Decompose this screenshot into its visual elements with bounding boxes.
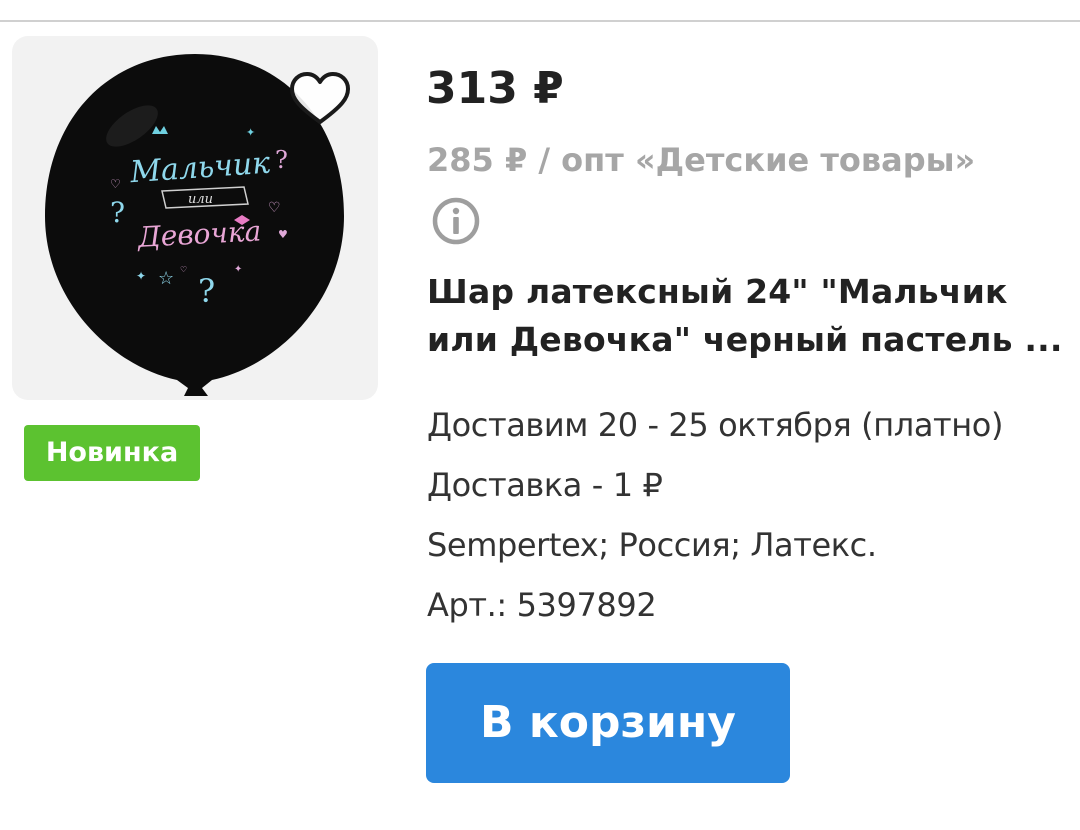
product-price: 313 ₽ (426, 63, 564, 114)
product-title-line2: или Девочка" черный пастель ... (427, 320, 1063, 359)
product-article: Арт.: 5397892 (427, 586, 657, 624)
balloon-text-line2: или (188, 192, 213, 207)
svg-text:✦: ✦ (234, 264, 242, 275)
product-attributes: Sempertex; Россия; Латекс. (427, 526, 877, 564)
heart-icon (290, 72, 350, 124)
favorite-button[interactable] (288, 70, 352, 130)
product-title[interactable]: Шар латексный 24" "Мальчик или Девочка" … (427, 268, 1063, 364)
delivery-cost: Доставка - 1 ₽ (427, 466, 663, 504)
add-to-cart-button[interactable]: В корзину (426, 663, 790, 783)
new-badge: Новинка (24, 425, 200, 481)
top-divider (0, 20, 1080, 22)
svg-text:☆: ☆ (158, 268, 174, 289)
svg-text:?: ? (110, 196, 125, 229)
svg-text:?: ? (275, 146, 288, 174)
svg-text:✦: ✦ (136, 269, 146, 283)
svg-text:♡: ♡ (110, 177, 121, 191)
delivery-date: Доставим 20 - 25 октября (платно) (427, 406, 1004, 444)
wholesale-price: 285 ₽ / опт «Детские товары» (427, 141, 976, 179)
svg-text:♡: ♡ (180, 265, 187, 274)
svg-text:✦: ✦ (246, 126, 255, 139)
svg-text:♥: ♥ (278, 228, 288, 241)
product-title-line1: Шар латексный 24" "Мальчик (427, 272, 1008, 311)
info-icon[interactable] (430, 195, 482, 247)
svg-text:?: ? (198, 272, 215, 310)
balloon-text-line3: Девочка (135, 214, 262, 254)
svg-text:♡: ♡ (268, 200, 281, 216)
